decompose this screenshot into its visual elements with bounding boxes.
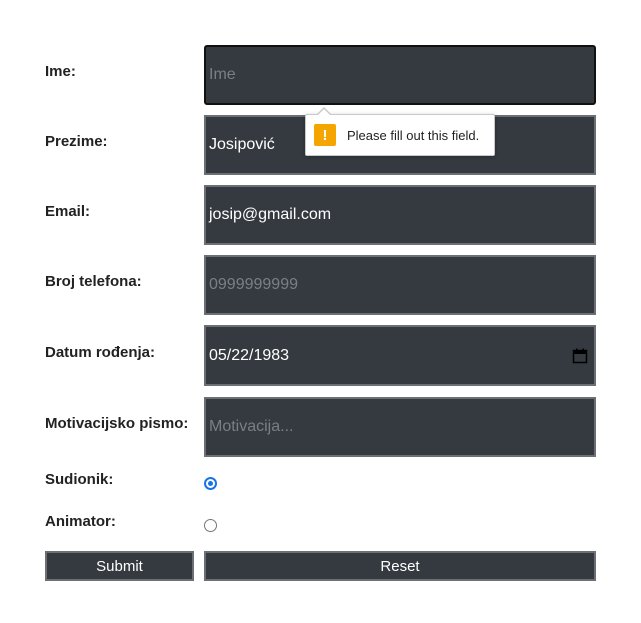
datum-field[interactable]: 05/22/1983 <box>204 325 596 386</box>
sudionik-radio[interactable] <box>204 477 217 490</box>
motivacija-label: Motivacijsko pismo: <box>45 415 189 432</box>
ime-label: Ime: <box>45 63 76 80</box>
animator-radio[interactable] <box>204 519 217 532</box>
animator-label: Animator: <box>45 513 116 530</box>
motivacija-field[interactable]: Motivacija... <box>204 397 596 457</box>
ime-field[interactable]: Ime <box>204 45 596 105</box>
sudionik-label: Sudionik: <box>45 471 114 488</box>
ime-placeholder: Ime <box>209 66 236 83</box>
prezime-value: Josipović <box>209 136 275 153</box>
registration-form: Ime: Ime Prezime: Josipović Email: josip… <box>0 0 641 623</box>
datum-value: 05/22/1983 <box>209 346 290 364</box>
reset-button[interactable]: Reset <box>204 551 596 581</box>
telefon-field[interactable]: 0999999999 <box>204 255 596 315</box>
email-field[interactable]: josip@gmail.com <box>204 185 596 245</box>
telefon-placeholder: 0999999999 <box>209 276 298 293</box>
prezime-label: Prezime: <box>45 133 108 150</box>
submit-button[interactable]: Submit <box>45 551 194 581</box>
warning-icon: ! <box>314 124 336 146</box>
validation-message: Please fill out this field. <box>347 127 480 143</box>
telefon-label: Broj telefona: <box>45 273 142 290</box>
email-value: josip@gmail.com <box>209 206 332 223</box>
motivacija-placeholder: Motivacija... <box>209 418 294 435</box>
calendar-icon[interactable] <box>572 348 588 364</box>
validation-tooltip: ! Please fill out this field. <box>305 107 495 156</box>
email-label: Email: <box>45 203 91 220</box>
datum-label: Datum rođenja: <box>45 344 156 361</box>
